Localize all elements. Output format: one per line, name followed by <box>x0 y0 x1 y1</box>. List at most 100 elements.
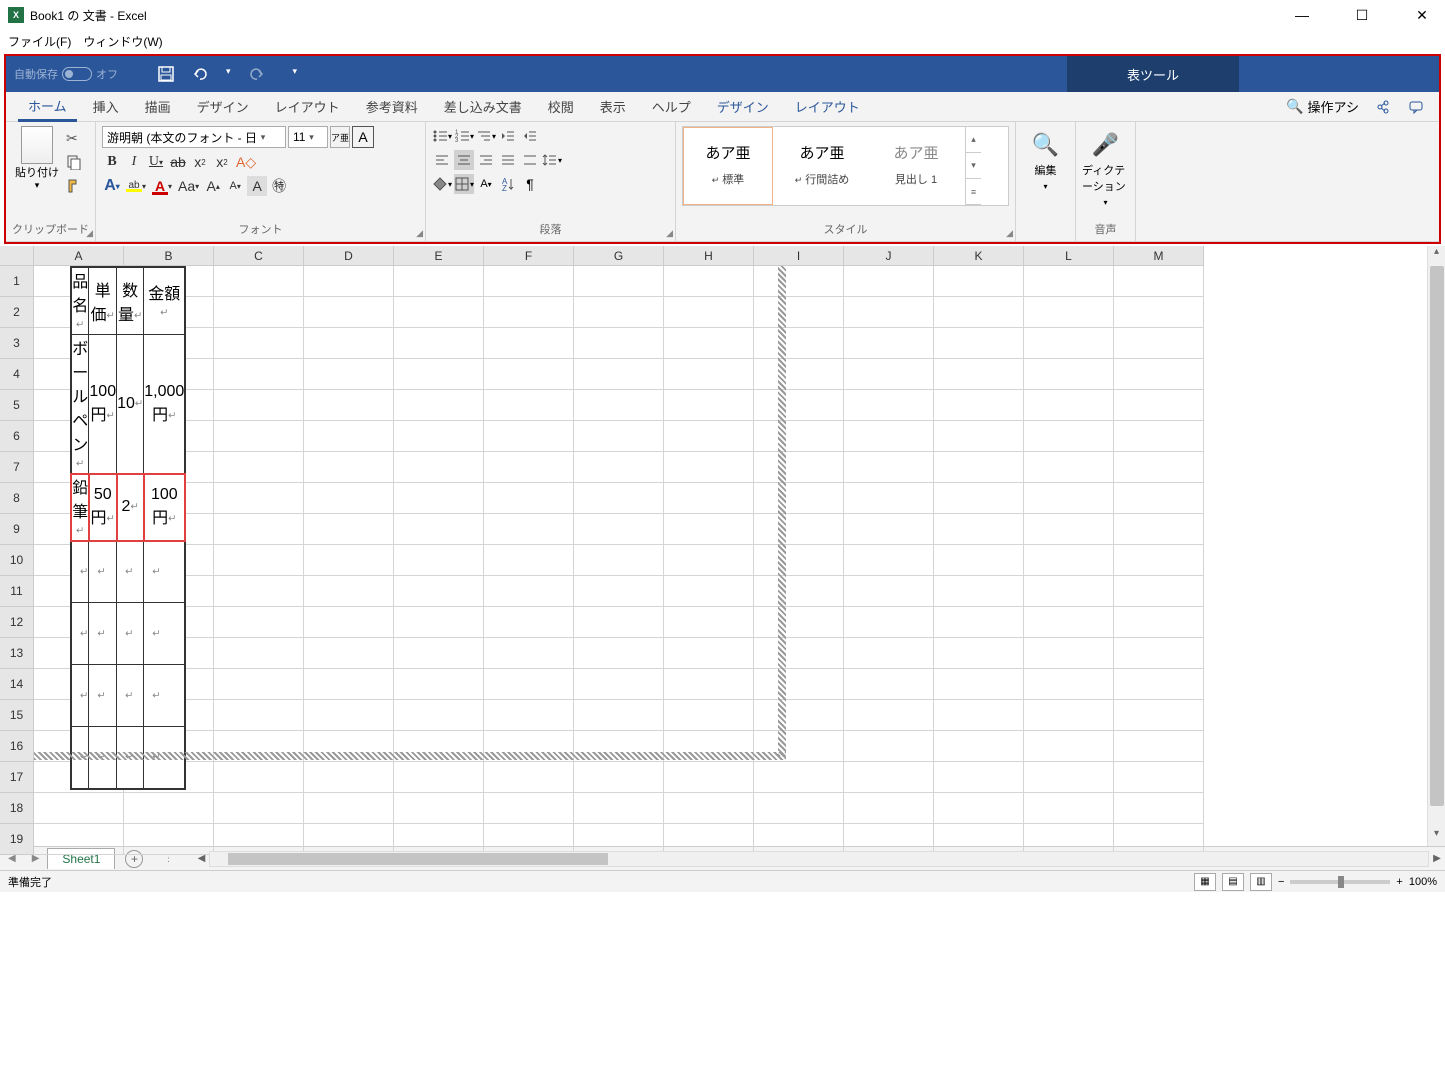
menu-file[interactable]: ファイル(F) <box>8 33 71 50</box>
autosave-toggle[interactable]: 自動保存 オフ <box>14 66 118 82</box>
tab-table-layout[interactable]: レイアウト <box>785 93 870 120</box>
clipboard-launcher[interactable]: ◢ <box>86 228 93 239</box>
maximize-button[interactable]: ☐ <box>1347 7 1377 24</box>
column-header-D[interactable]: D <box>304 246 394 266</box>
table-resize-handle-right[interactable] <box>778 266 786 756</box>
view-normal-button[interactable]: ▦ <box>1194 873 1216 891</box>
zoom-in-button[interactable]: + <box>1396 876 1402 888</box>
tab-home[interactable]: ホーム <box>18 92 77 122</box>
row-header-3[interactable]: 3 <box>0 328 34 359</box>
underline-button[interactable]: U▾ <box>146 152 166 172</box>
paragraph-launcher[interactable]: ◢ <box>666 228 673 239</box>
grow-font-button[interactable]: A▴ <box>203 176 223 196</box>
row-header-5[interactable]: 5 <box>0 390 34 421</box>
vertical-scrollbar[interactable]: ▴ ▾ <box>1427 246 1445 846</box>
char-shading-button[interactable]: A <box>247 176 267 196</box>
styles-launcher[interactable]: ◢ <box>1006 228 1013 239</box>
tell-me-search[interactable]: 操作アシ <box>1308 97 1359 116</box>
share-button[interactable] <box>1371 96 1393 118</box>
row-header-8[interactable]: 8 <box>0 483 34 514</box>
table-cell[interactable]: 1,000 円↵ <box>144 335 186 474</box>
show-marks-button[interactable]: ¶ <box>520 174 540 194</box>
text-effects-button[interactable]: A▾ <box>102 176 122 196</box>
tab-help[interactable]: ヘルプ <box>642 93 701 120</box>
table-cell[interactable]: ↵ <box>89 541 117 603</box>
font-name-select[interactable]: 游明朝 (本文のフォント - 日▾ <box>102 126 286 148</box>
shrink-font-button[interactable]: A▾ <box>225 176 245 196</box>
row-header-17[interactable]: 17 <box>0 762 34 793</box>
superscript-button[interactable]: x2 <box>212 152 232 172</box>
numbering-button[interactable]: 123▾ <box>454 126 474 146</box>
column-header-M[interactable]: M <box>1114 246 1204 266</box>
column-header-C[interactable]: C <box>214 246 304 266</box>
change-case-button[interactable]: Aa▾ <box>176 176 201 196</box>
undo-icon[interactable] <box>192 66 208 82</box>
table-cell[interactable]: ↵ <box>144 665 186 727</box>
menu-window[interactable]: ウィンドウ(W) <box>83 33 162 50</box>
row-header-2[interactable]: 2 <box>0 297 34 328</box>
table-cell[interactable]: 100 円↵ <box>144 474 186 541</box>
zoom-out-button[interactable]: − <box>1278 876 1284 888</box>
style-expand[interactable]: ≡ <box>966 179 981 205</box>
hscroll-right[interactable]: ▶ <box>1429 853 1445 864</box>
save-icon[interactable] <box>158 66 174 82</box>
view-page-layout-button[interactable]: ▤ <box>1222 873 1244 891</box>
horizontal-scrollbar[interactable] <box>209 851 1429 867</box>
align-justify-button[interactable] <box>498 150 518 170</box>
align-left-button[interactable] <box>432 150 452 170</box>
table-cell[interactable]: 2↵ <box>117 474 144 541</box>
row-header-19[interactable]: 19 <box>0 824 34 855</box>
style-gallery[interactable]: あア亜 ↵ 標準 あア亜 ↵ 行間詰め あア亜 見出し 1 ▴ ▾ ≡ <box>682 126 1009 206</box>
bold-button[interactable]: B <box>102 152 122 172</box>
table-cell[interactable]: ↵ <box>89 665 117 727</box>
column-header-J[interactable]: J <box>844 246 934 266</box>
font-color-button[interactable]: A▾ <box>150 176 174 196</box>
column-header-A[interactable]: A <box>34 246 124 266</box>
column-header-I[interactable]: I <box>754 246 844 266</box>
tab-table-design[interactable]: デザイン <box>707 93 779 120</box>
table-header-1[interactable]: 単価↵ <box>89 267 117 335</box>
decrease-indent-button[interactable] <box>498 126 518 146</box>
copy-button[interactable] <box>66 154 84 172</box>
table-resize-handle-bottom[interactable] <box>34 752 786 760</box>
close-button[interactable]: ✕ <box>1407 7 1437 24</box>
distribute-button[interactable] <box>520 150 540 170</box>
align-right-button[interactable] <box>476 150 496 170</box>
dictation-button[interactable]: 🎤 ディクテーション ▾ <box>1082 126 1129 207</box>
column-header-F[interactable]: F <box>484 246 574 266</box>
asian-layout-button[interactable]: A▾ <box>476 174 496 194</box>
row-header-7[interactable]: 7 <box>0 452 34 483</box>
redo-icon[interactable] <box>249 66 265 82</box>
shading-button[interactable]: ▾ <box>432 174 452 194</box>
table-header-3[interactable]: 金額↵ <box>144 267 186 335</box>
table-header-2[interactable]: 数量↵ <box>117 267 144 335</box>
table-cell[interactable]: ↵ <box>71 541 89 603</box>
row-header-15[interactable]: 15 <box>0 700 34 731</box>
table-header-0[interactable]: 品名↵ <box>71 267 89 335</box>
zoom-level[interactable]: 100% <box>1409 876 1437 888</box>
increase-indent-button[interactable] <box>520 126 540 146</box>
tab-review[interactable]: 校閲 <box>538 93 584 120</box>
table-cell[interactable]: ↵ <box>117 603 144 665</box>
table-cell[interactable]: ↵ <box>89 603 117 665</box>
clear-formatting-button[interactable]: A◇ <box>234 152 258 172</box>
tab-mailings[interactable]: 差し込み文書 <box>434 93 532 120</box>
row-header-13[interactable]: 13 <box>0 638 34 669</box>
style-normal[interactable]: あア亜 ↵ 標準 <box>683 127 773 205</box>
embedded-word-table[interactable]: 品名↵単価↵数量↵金額↵ボールペン↵100 円↵10↵1,000 円↵鉛筆↵50… <box>70 266 186 790</box>
row-header-1[interactable]: 1 <box>0 266 34 297</box>
style-scroll-down[interactable]: ▾ <box>966 153 981 179</box>
table-cell[interactable]: ↵ <box>117 665 144 727</box>
column-header-B[interactable]: B <box>124 246 214 266</box>
font-launcher[interactable]: ◢ <box>416 228 423 239</box>
table-cell[interactable]: ↵ <box>144 603 186 665</box>
cut-button[interactable]: ✂ <box>66 130 84 148</box>
row-header-9[interactable]: 9 <box>0 514 34 545</box>
find-button[interactable]: 🔍 編集 ▾ <box>1022 126 1069 191</box>
italic-button[interactable]: I <box>124 152 144 172</box>
align-center-button[interactable] <box>454 150 474 170</box>
row-header-11[interactable]: 11 <box>0 576 34 607</box>
char-border-button[interactable]: A <box>352 126 374 148</box>
minimize-button[interactable]: — <box>1287 7 1317 24</box>
multilevel-list-button[interactable]: ▾ <box>476 126 496 146</box>
